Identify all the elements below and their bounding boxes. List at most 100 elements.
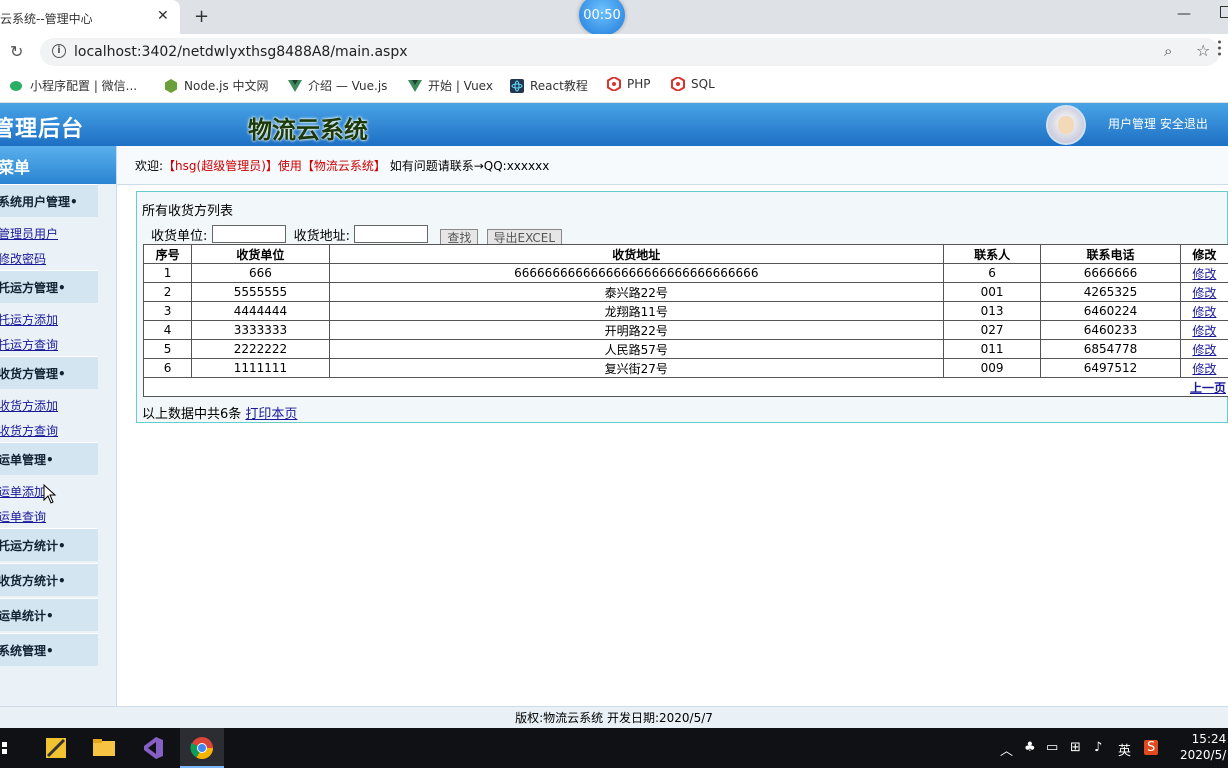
file-explorer-icon[interactable]: [84, 728, 124, 768]
consignee-list-panel: 所有收货方列表 收货单位: 收货地址: 查找 导出EXCEL 序号 收货单位 收…: [136, 191, 1228, 423]
address-input[interactable]: [354, 225, 428, 243]
avatar: [1046, 105, 1086, 145]
table-row: 5 2222222 人民路57号 011 6854778 修改: [144, 340, 1228, 359]
admin-title: 管理后台: [0, 111, 84, 143]
chevron-up-icon[interactable]: ︿: [1000, 740, 1013, 759]
sidebar-group-shipper[interactable]: 托运方管理•: [0, 270, 98, 303]
total-count-text: 以上数据中共6条: [142, 407, 241, 422]
reload-icon[interactable]: ↻: [10, 42, 23, 61]
sidebar-group-label: 托运方统计•: [0, 537, 66, 554]
edit-link[interactable]: 修改: [1192, 362, 1216, 376]
star-icon[interactable]: ☆: [1196, 41, 1210, 60]
edit-link[interactable]: 修改: [1192, 324, 1216, 338]
address-bar-row: ↻ i localhost:3402/netdwlyxthsg8488A8/ma…: [0, 34, 1228, 70]
unit-input[interactable]: [212, 225, 286, 243]
sidebar-link-waybill-add[interactable]: 运单添加: [0, 483, 46, 500]
sidebar-group-users[interactable]: 系统用户管理•: [0, 184, 98, 217]
minimize-icon[interactable]: —: [1177, 6, 1191, 22]
battery-icon[interactable]: ▭: [1046, 740, 1058, 755]
start-icon[interactable]: [0, 728, 30, 768]
kebab-menu-icon[interactable]: [1218, 40, 1221, 56]
edit-link[interactable]: 修改: [1192, 286, 1216, 300]
cell-address: 开明路22号: [329, 321, 943, 340]
recording-timer: 00:50: [579, 0, 625, 36]
pager-row: 上一页: [144, 378, 1228, 397]
sidebar-link-admin-users[interactable]: 管理员用户: [0, 225, 58, 242]
sidebar-link-shipper-add[interactable]: 托运方添加: [0, 311, 58, 328]
sidebar-group-consignee-stats[interactable]: 收货方统计•: [0, 563, 98, 596]
edit-link[interactable]: 修改: [1192, 267, 1216, 281]
omnibox[interactable]: i localhost:3402/netdwlyxthsg8488A8/main…: [40, 38, 1220, 66]
zoom-icon[interactable]: ⌕: [1164, 42, 1172, 60]
network-icon[interactable]: ⊞: [1070, 740, 1081, 755]
volume-icon[interactable]: ♪: [1094, 740, 1102, 755]
close-icon[interactable]: ✕: [157, 8, 169, 24]
app-tray-icon[interactable]: ♣: [1024, 740, 1036, 755]
welcome-prefix: 欢迎:: [135, 159, 163, 173]
welcome-suffix: 如有问题请联系→QQ:xxxxxx: [390, 159, 550, 173]
cell-contact: 001: [943, 283, 1040, 302]
header-links: 用户管理 安全退出: [1108, 115, 1208, 132]
info-icon[interactable]: i: [52, 44, 66, 58]
edit-link[interactable]: 修改: [1192, 305, 1216, 319]
url-text[interactable]: localhost:3402/netdwlyxthsg8488A8/main.a…: [74, 44, 408, 60]
bookmark-label: 小程序配置 | 微信...: [30, 79, 137, 93]
tools-app-icon[interactable]: [36, 728, 76, 768]
sidebar: 菜单 系统用户管理• 管理员用户 修改密码 托运方管理• 托运方添加 托运方查询…: [0, 146, 117, 706]
welcome-user: 【hsg(超级管理员)】使用【物流云系统】: [163, 159, 386, 173]
cell-address: 龙翔路11号: [329, 302, 943, 321]
wechat-icon: [10, 79, 24, 93]
bookmark-label: 开始 | Vuex: [428, 79, 493, 93]
cell-index: 1: [144, 264, 192, 283]
sidebar-link-waybill-query[interactable]: 运单查询: [0, 508, 46, 525]
menu-header: 菜单: [0, 146, 116, 184]
sidebar-group-label: 收货方管理•: [0, 365, 66, 382]
cell-unit: 4444444: [192, 302, 330, 321]
logout-link[interactable]: 安全退出: [1160, 117, 1208, 131]
cell-index: 3: [144, 302, 192, 321]
cell-edit: 修改: [1180, 321, 1228, 340]
maximize-icon[interactable]: [1220, 6, 1228, 18]
cell-phone: 6460224: [1041, 302, 1181, 321]
browser-tab[interactable]: 云系统--管理中心 ✕: [0, 0, 180, 34]
sidebar-group-system[interactable]: 系统管理•: [0, 633, 98, 666]
sidebar-link-shipper-query[interactable]: 托运方查询: [0, 336, 58, 353]
visual-studio-icon[interactable]: [132, 728, 172, 768]
consignee-table: 序号 收货单位 收货地址 联系人 联系电话 修改 1 666 666666666…: [143, 244, 1228, 397]
user-management-link[interactable]: 用户管理: [1108, 117, 1156, 131]
bookmark-sql[interactable]: SQL: [671, 77, 715, 91]
sidebar-group-label: 系统用户管理•: [0, 193, 78, 210]
cell-index: 2: [144, 283, 192, 302]
sidebar-group-waybill-stats[interactable]: 运单统计•: [0, 598, 98, 631]
sidebar-link-consignee-add[interactable]: 收货方添加: [0, 397, 58, 414]
panel-footer: 以上数据中共6条 打印本页: [142, 403, 297, 422]
bookmark-vue[interactable]: 介绍 — Vue.js: [288, 77, 387, 94]
ime-indicator[interactable]: 英: [1118, 740, 1131, 759]
sogou-icon[interactable]: S: [1144, 740, 1158, 755]
sidebar-group-waybill[interactable]: 运单管理•: [0, 442, 98, 475]
bookmark-php[interactable]: PHP: [607, 77, 651, 91]
edit-link[interactable]: 修改: [1192, 343, 1216, 357]
sidebar-group-shipper-stats[interactable]: 托运方统计•: [0, 528, 98, 561]
cell-address: 泰兴路22号: [329, 283, 943, 302]
new-tab-icon[interactable]: +: [194, 6, 209, 27]
menu-title: 菜单: [0, 154, 30, 178]
vue-icon: [408, 79, 422, 93]
bookmark-react[interactable]: React教程: [510, 77, 588, 94]
welcome-text: 欢迎:【hsg(超级管理员)】使用【物流云系统】 如有问题请联系→QQ:xxxx…: [135, 157, 549, 174]
sidebar-link-change-password[interactable]: 修改密码: [0, 250, 46, 267]
sidebar-link-consignee-query[interactable]: 收货方查询: [0, 422, 58, 439]
clock[interactable]: 15:24 2020/5/: [1180, 731, 1226, 763]
chrome-icon[interactable]: [180, 728, 224, 768]
system-title: 物流云系统: [248, 110, 368, 145]
cell-phone: 4265325: [1041, 283, 1181, 302]
cell-contact: 6: [943, 264, 1040, 283]
bookmark-vuex[interactable]: 开始 | Vuex: [408, 77, 493, 94]
prev-page-link[interactable]: 上一页: [1190, 381, 1226, 395]
bookmark-wechat[interactable]: 小程序配置 | 微信...: [10, 77, 137, 94]
php-icon: [607, 77, 621, 91]
print-page-link[interactable]: 打印本页: [245, 407, 297, 422]
sidebar-group-consignee[interactable]: 收货方管理•: [0, 356, 98, 389]
bookmark-nodejs[interactable]: Node.js 中文网: [164, 77, 269, 94]
table-row: 6 1111111 复兴街27号 009 6497512 修改: [144, 359, 1228, 378]
